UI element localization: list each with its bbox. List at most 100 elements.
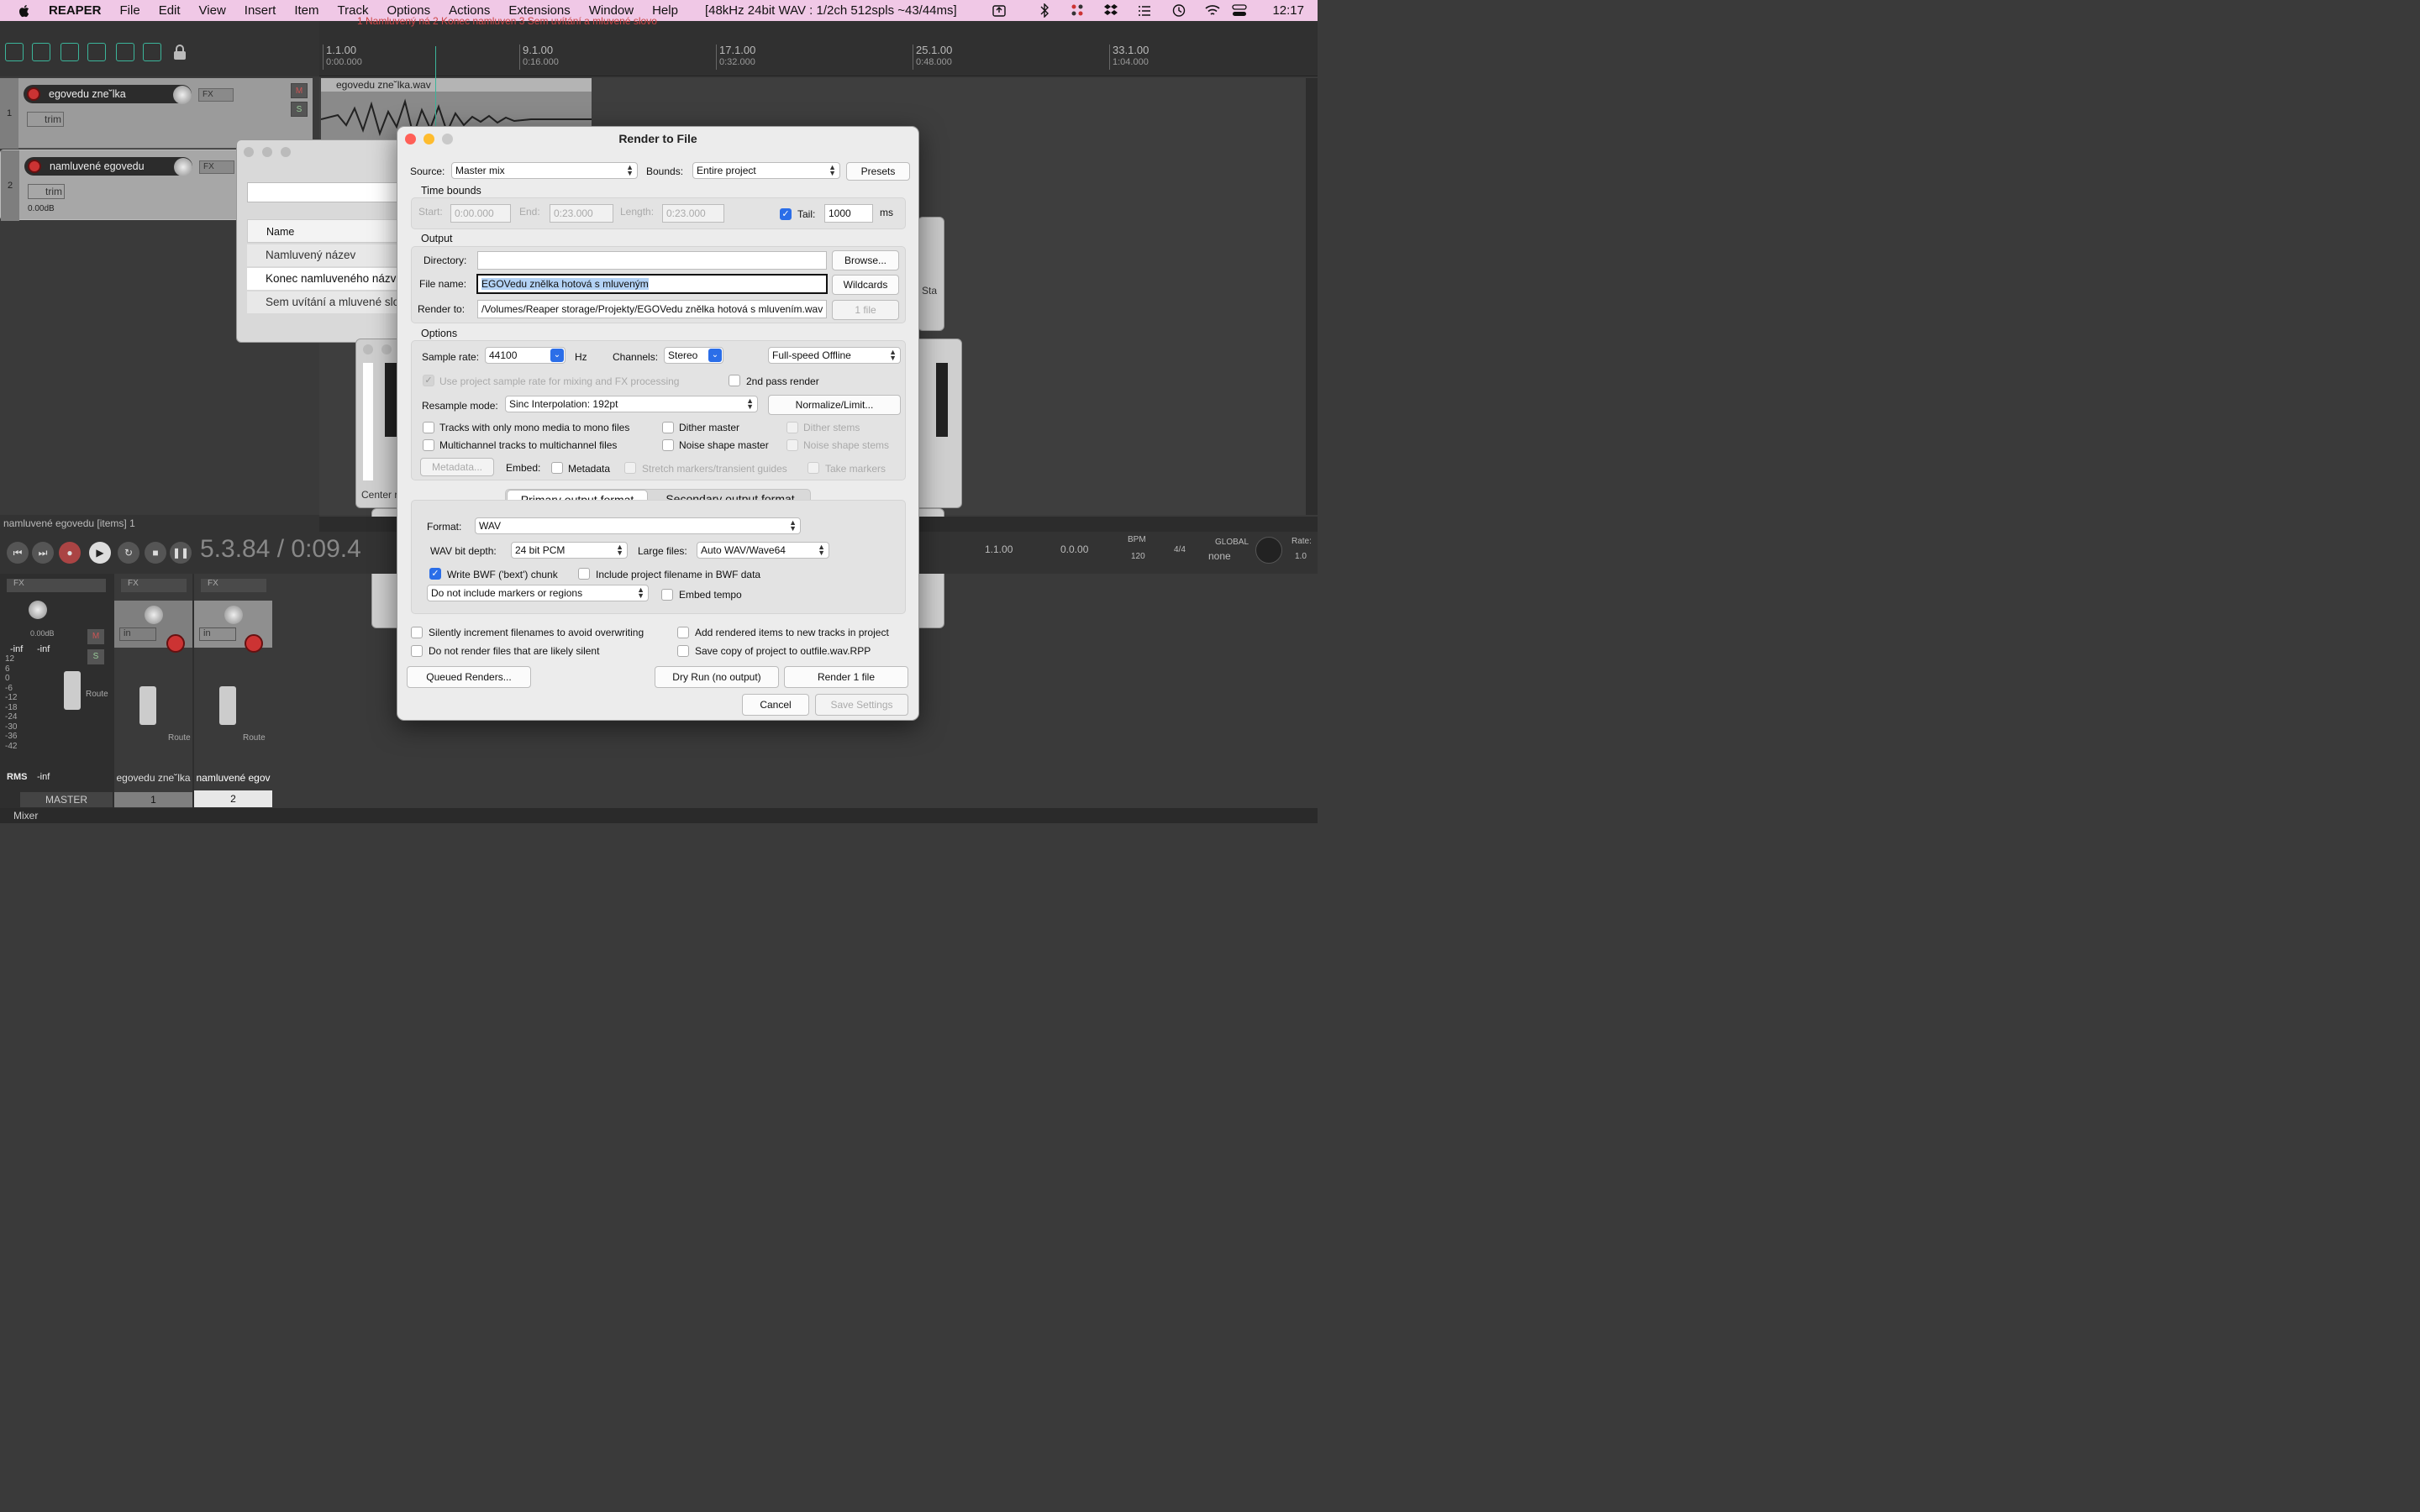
app-menu[interactable]: REAPER — [49, 3, 102, 18]
global-mode[interactable]: none — [1208, 550, 1231, 562]
bluetooth-icon[interactable] — [1037, 3, 1052, 18]
strip-name[interactable]: egovedu zne˘lka — [114, 772, 192, 784]
minimize-icon[interactable] — [262, 147, 272, 157]
volume-knob[interactable] — [173, 86, 192, 104]
normalize-button[interactable]: Normalize/Limit... — [768, 395, 901, 415]
repeat-button[interactable]: ↻ — [118, 542, 139, 564]
mute-button[interactable]: M — [87, 629, 104, 644]
zoom-icon[interactable] — [442, 134, 453, 144]
piano-key[interactable] — [385, 363, 397, 437]
noise-stems-checkbox[interactable] — [786, 439, 798, 451]
mute-button[interactable]: M — [291, 83, 308, 98]
fx-button[interactable]: FX — [201, 579, 266, 592]
record-button[interactable]: ● — [59, 542, 81, 564]
bounds-select[interactable]: Entire project ▲ ▼ — [692, 162, 840, 179]
dither-stems-checkbox[interactable] — [786, 422, 798, 433]
trim-button[interactable]: trim — [27, 112, 64, 127]
strip-number[interactable]: 1 — [114, 792, 192, 807]
play-button[interactable]: ▶ — [89, 542, 111, 564]
stretch-markers-checkbox[interactable] — [624, 462, 636, 474]
time-display[interactable]: 5.3.84 / 0:09.4 — [200, 535, 361, 564]
route-button[interactable]: Route — [86, 690, 108, 699]
stop-button[interactable]: ■ — [145, 542, 166, 564]
piano-key[interactable] — [936, 363, 948, 437]
close-icon[interactable] — [363, 344, 373, 354]
apple-icon[interactable] — [17, 3, 32, 18]
file-count-button[interactable]: 1 file — [832, 300, 899, 320]
tail-checkbox[interactable]: ✓ — [780, 208, 792, 220]
control-center-icon[interactable] — [1232, 3, 1247, 18]
region-row[interactable]: Konec namluveného názvu — [247, 268, 405, 290]
bpm-value[interactable]: 120 — [1131, 552, 1145, 561]
menu-edit[interactable]: Edit — [159, 3, 181, 18]
directory-input[interactable] — [477, 251, 827, 270]
list-icon[interactable] — [1137, 3, 1152, 18]
zoom-icon[interactable] — [281, 147, 291, 157]
track-1[interactable]: 1 egovedu zne˘lka FX trim M S — [0, 78, 313, 149]
save-settings-button[interactable]: Save Settings — [815, 694, 908, 716]
vertical-scrollbar[interactable] — [1306, 78, 1318, 515]
minimize-icon[interactable] — [381, 344, 392, 354]
track-fader[interactable] — [139, 686, 156, 725]
selection-start[interactable]: 1.1.00 — [985, 543, 1013, 555]
strip-name[interactable]: namluvené egov — [194, 772, 272, 784]
filename-input[interactable]: EGOVedu znělka hotová s mluveným — [476, 274, 828, 294]
samplerate-select[interactable]: 44100 ⌄ — [485, 347, 566, 364]
region-filter-input[interactable] — [247, 182, 405, 202]
pause-button[interactable]: ❚❚ — [170, 542, 192, 564]
add-to-tracks-checkbox[interactable] — [677, 627, 689, 638]
render-speed-select[interactable]: Full-speed Offline ▲ ▼ — [768, 347, 901, 364]
record-arm-icon[interactable] — [28, 160, 41, 173]
channels-select[interactable]: Stereo ⌄ — [664, 347, 723, 364]
time-machine-icon[interactable] — [1171, 3, 1186, 18]
record-arm-icon[interactable] — [245, 634, 263, 653]
render-button[interactable]: Render 1 file — [784, 666, 908, 688]
multichannel-checkbox[interactable] — [423, 439, 434, 451]
record-arm-icon[interactable] — [27, 87, 40, 101]
length-input[interactable]: 0:23.000 — [662, 204, 724, 223]
end-input[interactable]: 0:23.000 — [550, 204, 613, 223]
bwf-checkbox[interactable]: ✓ — [429, 568, 441, 580]
mixer-strip-2[interactable]: FX in Route namluvené egov 2 — [194, 574, 272, 809]
menu-insert[interactable]: Insert — [245, 3, 276, 18]
mono-checkbox[interactable] — [423, 422, 434, 433]
browse-button[interactable]: Browse... — [832, 250, 899, 270]
dry-run-button[interactable]: Dry Run (no output) — [655, 666, 779, 688]
pan-knob[interactable] — [145, 606, 163, 624]
menu-item[interactable]: Item — [294, 3, 318, 18]
wifi-icon[interactable] — [1205, 3, 1220, 18]
wildcards-button[interactable]: Wildcards — [832, 275, 899, 295]
input-select[interactable]: in — [119, 627, 156, 641]
noise-master-checkbox[interactable] — [662, 439, 674, 451]
rate-value[interactable]: 1.0 — [1295, 552, 1307, 561]
tail-input[interactable]: 1000 — [824, 204, 873, 223]
fx-button[interactable]: FX — [121, 579, 187, 592]
mixer-strip-1[interactable]: FX in Route egovedu zne˘lka 1 — [114, 574, 192, 809]
use-project-rate-checkbox[interactable]: ✓ — [423, 375, 434, 386]
app-status-icon[interactable] — [1070, 3, 1085, 18]
embed-tempo-checkbox[interactable] — [661, 589, 673, 601]
track-fader[interactable] — [219, 686, 236, 725]
track-name[interactable]: namluvené egovedu — [24, 157, 192, 176]
resample-select[interactable]: Sinc Interpolation: 192pt ▲ ▼ — [505, 396, 758, 412]
master-fader[interactable] — [64, 671, 81, 710]
menu-view[interactable]: View — [199, 3, 226, 18]
selection-length[interactable]: 0.0.00 — [1060, 543, 1088, 555]
trim-button[interactable]: trim — [28, 184, 65, 199]
envelope-link-button[interactable] — [87, 43, 106, 61]
markers-mode-select[interactable]: Do not include markers or regions ▲ ▼ — [427, 585, 649, 601]
dropbox-icon[interactable] — [1103, 3, 1118, 18]
metadata-button[interactable]: Metadata... — [420, 458, 494, 476]
save-copy-checkbox[interactable] — [677, 645, 689, 657]
menu-file[interactable]: File — [120, 3, 140, 18]
embed-metadata-checkbox[interactable] — [551, 462, 563, 474]
pan-knob[interactable] — [224, 606, 243, 624]
bitdepth-select[interactable]: 24 bit PCM ▲ ▼ — [511, 542, 628, 559]
fx-button[interactable]: FX — [7, 579, 106, 592]
audio-status[interactable]: [48kHz 24bit WAV : 1/2ch 512spls ~43/44m… — [705, 3, 957, 18]
piano-key[interactable] — [363, 363, 373, 480]
silently-increment-checkbox[interactable] — [411, 627, 423, 638]
queued-renders-button[interactable]: Queued Renders... — [407, 666, 531, 688]
route-button[interactable]: Route — [243, 733, 266, 743]
solo-button[interactable]: S — [291, 102, 308, 117]
